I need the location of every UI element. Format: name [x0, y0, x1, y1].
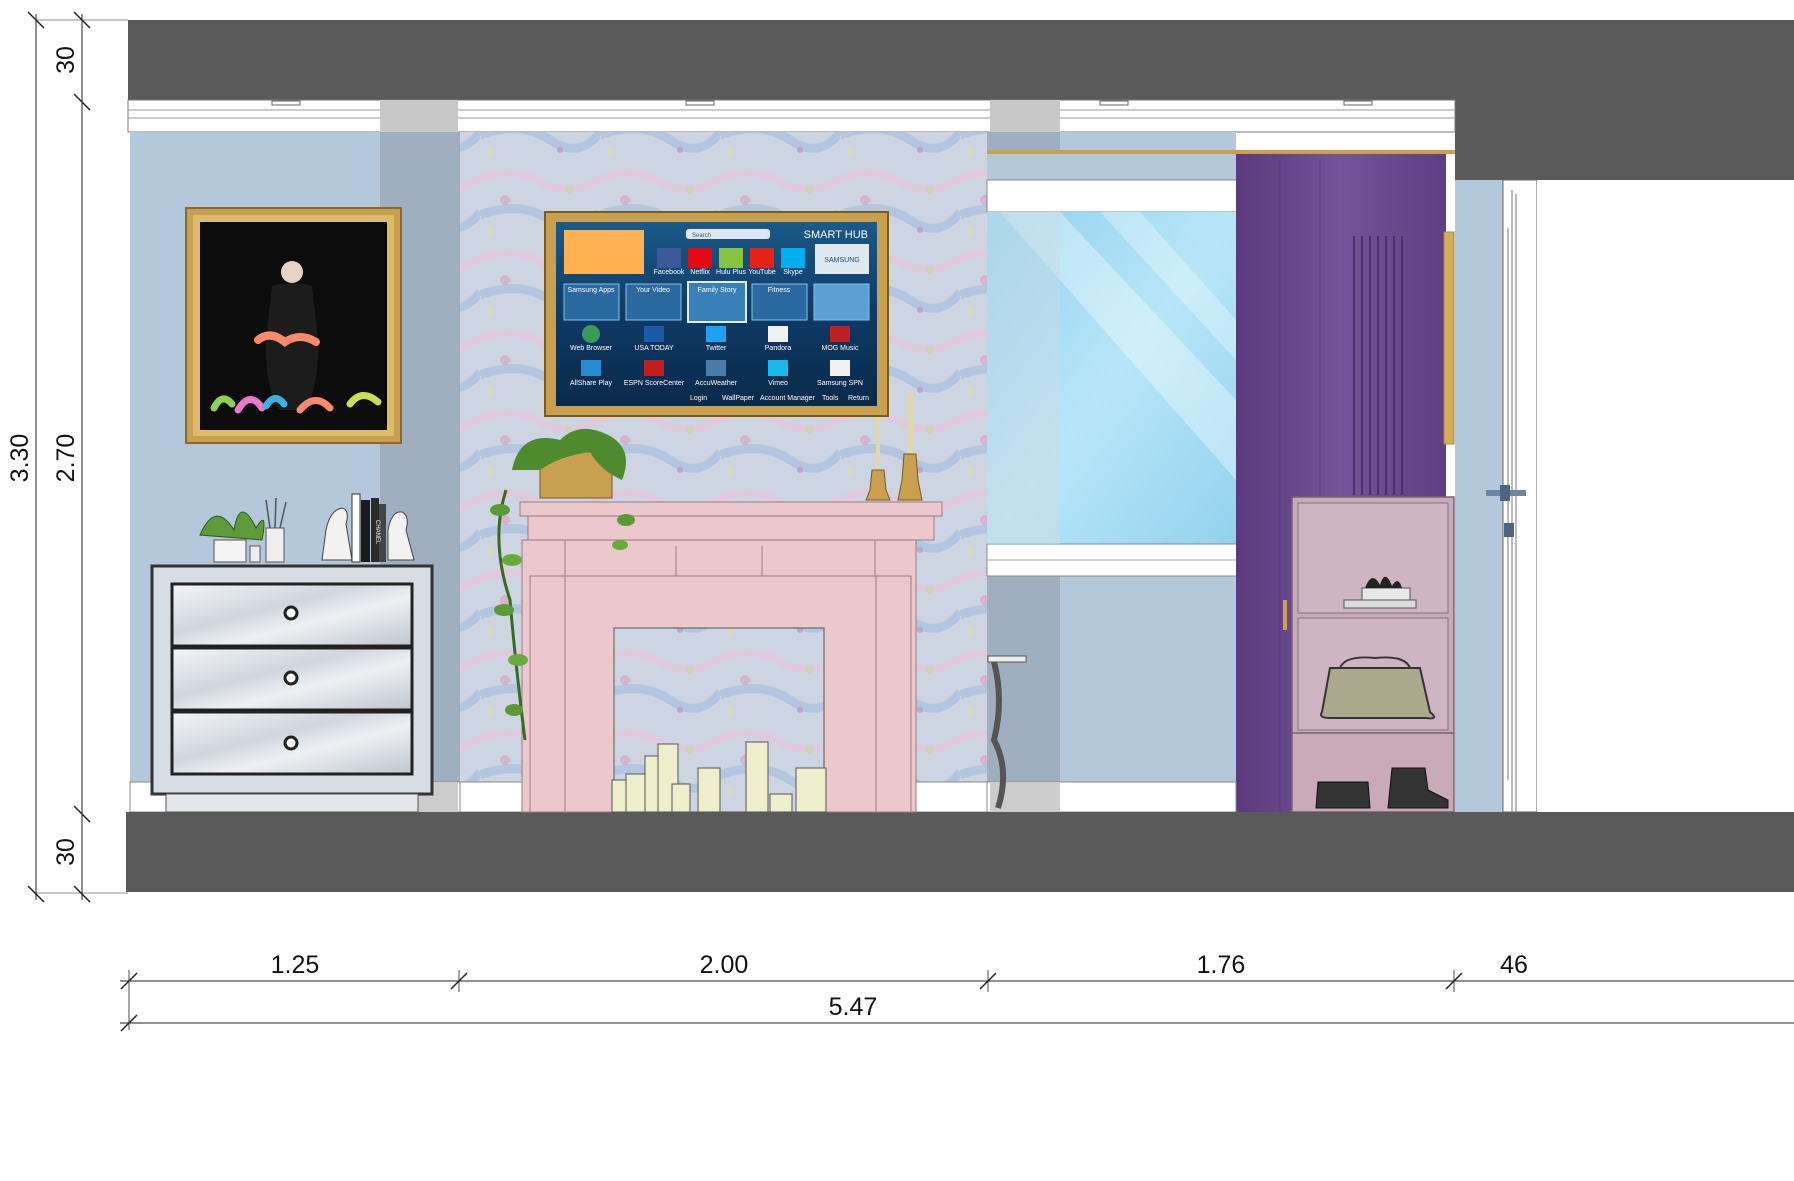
book-2 — [361, 500, 370, 562]
book-1 — [351, 493, 361, 563]
dimension-label-bay-3: 1.76 — [1197, 951, 1246, 979]
portrait-figure-head — [281, 261, 303, 283]
horizontal-dimensions: 1.25 2.00 1.76 46 5.47 — [120, 951, 1794, 1032]
plant-pot — [1361, 587, 1411, 601]
tv-app-label: Twitter — [706, 345, 727, 352]
tv-panel-tab-label: Fitness — [768, 287, 791, 294]
book-stack — [1343, 599, 1417, 609]
drawer-knob-middle — [283, 670, 299, 686]
handbag — [1320, 667, 1436, 720]
gold-wall-strip — [1443, 231, 1455, 445]
pillar-candle-7 — [745, 741, 769, 813]
tv-footer-item: Return — [848, 395, 869, 402]
mauve-cabinet — [1283, 496, 1455, 813]
floor-slab — [126, 812, 1794, 892]
dimension-label-bay-2: 2.00 — [700, 951, 749, 979]
pillar-candle-6 — [697, 767, 721, 813]
tv-samsung-badge: SAMSUNG — [824, 257, 859, 264]
tv-smart-hub-title: SMART HUB — [804, 229, 868, 241]
ceiling-slab — [128, 20, 1794, 100]
drawer-knob-top — [283, 605, 299, 621]
tv-app-label: Facebook — [654, 269, 685, 276]
ceiling-slab-right-drop — [1455, 100, 1794, 180]
interior-elevation-drawing: CHANEL SMART HUB Search SAMSUNG Facebook… — [6, 11, 1794, 1032]
tv-app-label: Web Browser — [570, 345, 613, 352]
fireplace-mantel-shelf — [519, 501, 943, 517]
tv-app-label: AllShare Play — [570, 380, 613, 387]
tv-app-label: MOG Music — [822, 345, 859, 352]
dimension-label-total-height: 3.30 — [6, 434, 34, 483]
tv-app-label: USA TODAY — [634, 345, 674, 352]
boot-left — [1315, 781, 1371, 809]
drawer-knob-bottom — [283, 735, 299, 751]
pillar-candle-9 — [795, 767, 827, 813]
tv-app-label: ESPN ScoreCenter — [624, 380, 685, 387]
smart-tv: SMART HUB Search SAMSUNG Facebook Netfli… — [544, 211, 889, 417]
pillar-candle-2 — [625, 773, 647, 813]
tv-panel-tabs: Samsung Apps Your Video Family Story Fit… — [563, 281, 870, 323]
portrait-figure-body — [265, 283, 319, 410]
tv-panel-tab-label: Family Story — [698, 287, 737, 294]
dimension-label-bay-4: 46 — [1500, 951, 1528, 979]
tv-app-label: Hulu Plus — [716, 269, 746, 276]
tv-app-label: AccuWeather — [695, 380, 738, 387]
fireplace — [519, 501, 943, 813]
curtain-rod — [987, 150, 1455, 154]
tv-footer-item: WallPaper — [722, 395, 755, 402]
tv-app-label: Vimeo — [768, 380, 788, 387]
tv-search-label: Search — [692, 233, 711, 239]
plant-pot-white — [213, 539, 247, 563]
tv-app-label: YouTube — [748, 269, 776, 276]
book-spine-text: CHANEL — [374, 520, 380, 545]
dimension-label-bay-1: 1.25 — [271, 951, 320, 979]
tv-apps-row1: Facebook Netflix Hulu Plus YouTube Skype — [654, 248, 805, 276]
diffuser-bottle — [265, 527, 285, 563]
dimension-label-floor: 30 — [52, 838, 80, 866]
tv-footer-item: Login — [690, 395, 707, 402]
tv-footer-item: Account Manager — [760, 395, 816, 402]
dimension-label-ceiling: 30 — [52, 46, 80, 74]
mirrored-dresser — [150, 564, 434, 813]
pillar-candle-5 — [671, 783, 691, 813]
dimension-label-total-width: 5.47 — [829, 993, 878, 1021]
window-bay — [986, 132, 1238, 782]
tv-app-label: Samsung SPN — [817, 380, 863, 387]
tv-panel-tab-label: Your Video — [636, 287, 670, 294]
dimension-label-wall-height: 2.70 — [52, 434, 80, 483]
cornice — [127, 99, 1456, 133]
tv-footer-item: Tools — [822, 395, 839, 402]
tv-panel-tab-label: Samsung Apps — [567, 287, 615, 294]
door-area — [1455, 179, 1794, 813]
tv-app-label: Pandora — [765, 345, 792, 352]
pillar-candle-8 — [769, 793, 793, 813]
framed-portrait — [185, 207, 402, 444]
tv-app-label: Netflix — [690, 269, 710, 276]
tv-app-label: Skype — [783, 269, 803, 276]
vertical-dimensions: 3.30 2.70 30 30 — [6, 11, 128, 903]
